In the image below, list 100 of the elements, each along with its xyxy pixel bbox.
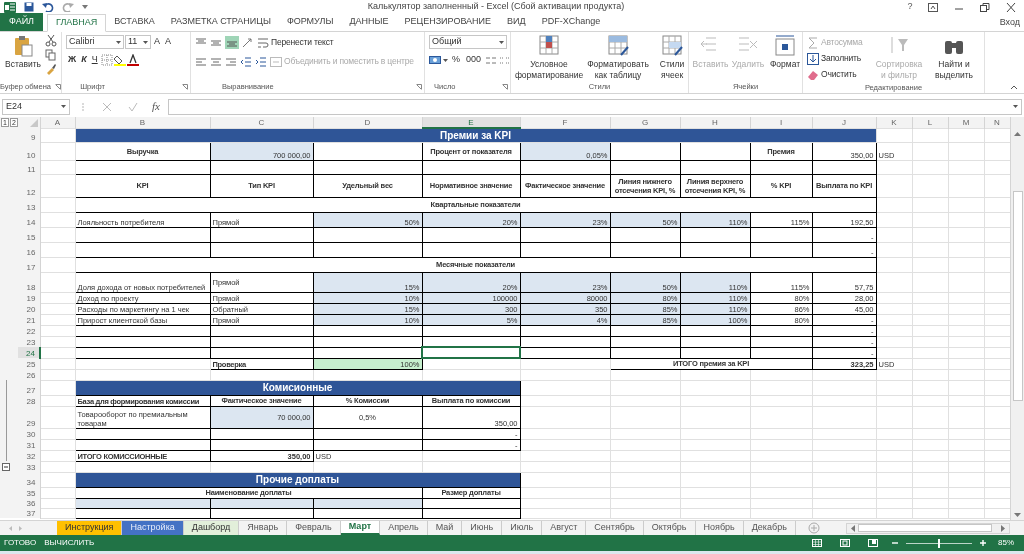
brush-icon[interactable] xyxy=(45,63,57,75)
row-header[interactable]: 13 xyxy=(18,197,40,212)
zoom-level[interactable]: 85% xyxy=(998,537,1014,549)
ribbon-button[interactable]: Заполнить xyxy=(807,51,870,66)
dialog-launcher-icon[interactable] xyxy=(55,84,61,90)
row-header[interactable]: 34 xyxy=(18,472,40,487)
currency-icon[interactable] xyxy=(429,54,441,66)
ribbon-button[interactable]: Формат xyxy=(768,35,802,70)
restore-icon[interactable] xyxy=(980,2,990,12)
column-header[interactable]: I xyxy=(750,117,812,128)
column-header[interactable]: D xyxy=(313,117,422,128)
collapse-ribbon-icon[interactable] xyxy=(1010,85,1018,90)
row-header[interactable]: 25 xyxy=(18,358,40,369)
format-button[interactable]: К xyxy=(79,53,89,67)
row-header[interactable]: 12 xyxy=(18,174,40,197)
format-button[interactable]: A xyxy=(163,35,174,49)
dialog-launcher-icon[interactable] xyxy=(182,84,188,90)
scrollbar-thumb[interactable] xyxy=(1012,191,1023,401)
ribbon-tab[interactable]: ВИД xyxy=(499,13,534,31)
increase-indent-icon[interactable] xyxy=(255,55,267,68)
scroll-right-icon[interactable] xyxy=(1001,524,1006,532)
align-bottom-icon[interactable] xyxy=(225,36,239,49)
ribbon-button[interactable]: Форматировать как таблицу xyxy=(586,35,650,81)
format-table-icon[interactable] xyxy=(607,35,629,57)
row-header[interactable]: 26 xyxy=(18,369,40,380)
scrollbar-thumb[interactable] xyxy=(858,524,992,532)
ribbon-tab[interactable]: РАЗМЕТКА СТРАНИЦЫ xyxy=(162,13,279,31)
text-orientation-icon[interactable] xyxy=(242,36,254,49)
row-header[interactable]: 15 xyxy=(18,227,40,242)
row-header[interactable]: 10 xyxy=(18,142,40,160)
ribbon-tab[interactable]: ВСТАВКА xyxy=(106,13,163,31)
sign-in-link[interactable]: Вход xyxy=(999,15,1024,30)
collapse-group-button[interactable] xyxy=(2,462,10,471)
row-header[interactable]: 21 xyxy=(18,314,40,325)
save-icon[interactable] xyxy=(24,2,34,12)
column-header[interactable]: M xyxy=(948,117,984,128)
row-header[interactable]: 9 xyxy=(18,128,40,142)
row-header[interactable]: 28 xyxy=(18,395,40,406)
wrap-text-icon[interactable] xyxy=(257,36,269,49)
column-header[interactable]: H xyxy=(680,117,750,128)
font-color-icon[interactable] xyxy=(126,54,139,66)
column-header[interactable]: A xyxy=(40,117,75,128)
formula-input[interactable] xyxy=(167,98,1022,115)
page-break-icon[interactable] xyxy=(868,539,878,547)
row-header[interactable]: 24 xyxy=(18,347,40,358)
format-button[interactable]: A xyxy=(152,35,162,49)
zoom-in-icon[interactable] xyxy=(980,540,986,546)
row-header[interactable]: 16 xyxy=(18,242,40,257)
ribbon-tab[interactable]: ФОРМУЛЫ xyxy=(278,13,342,31)
clipboard-icon[interactable] xyxy=(13,35,33,57)
column-header[interactable]: N xyxy=(984,117,1010,128)
align-center-icon[interactable] xyxy=(210,55,222,68)
dropdown-field[interactable]: Calibri xyxy=(66,35,124,49)
format-button[interactable]: 000 xyxy=(464,53,484,67)
dropdown-field[interactable]: 11 xyxy=(125,35,151,49)
row-header[interactable]: 22 xyxy=(18,325,40,336)
row-header[interactable]: 35 xyxy=(18,487,40,498)
ribbon-tab[interactable]: ФАЙЛ xyxy=(0,13,44,31)
format-cells-icon[interactable] xyxy=(774,35,796,57)
ribbon-button[interactable]: Найти и выделить xyxy=(928,35,980,81)
row-header[interactable]: 11 xyxy=(18,160,40,174)
ribbon-button[interactable]: Перенести текст xyxy=(257,35,334,50)
sheet-tab[interactable]: Дашборд xyxy=(183,521,240,535)
ribbon-button[interactable]: Очистить xyxy=(807,67,870,82)
caret-icon[interactable] xyxy=(82,5,88,9)
scroll-down-icon[interactable] xyxy=(1014,513,1021,518)
vertical-scrollbar[interactable] xyxy=(1010,117,1024,520)
format-button[interactable]: Ж xyxy=(66,53,79,67)
row-header[interactable]: 23 xyxy=(18,336,40,347)
dialog-launcher-icon[interactable] xyxy=(416,84,422,90)
row-header[interactable]: 27 xyxy=(18,380,40,395)
row-header[interactable]: 14 xyxy=(18,212,40,227)
row-header[interactable]: 19 xyxy=(18,292,40,303)
align-left-icon[interactable] xyxy=(195,55,207,68)
row-header[interactable]: 31 xyxy=(18,439,40,450)
dropdown-field[interactable]: Общий xyxy=(429,35,507,49)
sheet-tab[interactable]: Март xyxy=(340,521,381,535)
format-button[interactable]: % xyxy=(450,53,462,67)
page-layout-icon[interactable] xyxy=(840,539,850,547)
undo-icon[interactable] xyxy=(42,2,54,12)
close-icon[interactable] xyxy=(1006,2,1016,12)
row-header[interactable]: 18 xyxy=(18,272,40,292)
column-header[interactable]: E xyxy=(422,117,520,128)
zoom-out-icon[interactable] xyxy=(892,540,898,546)
ribbon-tab[interactable]: РЕЦЕНЗИРОВАНИЕ xyxy=(396,13,500,31)
eraser-icon[interactable] xyxy=(807,68,819,81)
row-header[interactable]: 17 xyxy=(18,257,40,272)
row-header[interactable]: 37 xyxy=(18,508,40,518)
dialog-launcher-icon[interactable] xyxy=(502,84,508,90)
copy-icon[interactable] xyxy=(45,49,57,61)
normal-view-icon[interactable] xyxy=(812,539,822,547)
fill-down-icon[interactable] xyxy=(807,52,819,65)
scroll-up-icon[interactable] xyxy=(1014,131,1021,136)
ribbon-button[interactable]: Стили ячеек xyxy=(653,35,691,81)
decrease-indent-icon[interactable] xyxy=(240,55,252,68)
fill-color-icon[interactable] xyxy=(113,54,126,66)
column-header[interactable]: F xyxy=(520,117,610,128)
row-header[interactable]: 33 xyxy=(18,461,40,472)
ribbon-tab[interactable]: ДАННЫЕ xyxy=(341,13,397,31)
ribbon-tab[interactable]: PDF-XChange xyxy=(533,13,609,31)
